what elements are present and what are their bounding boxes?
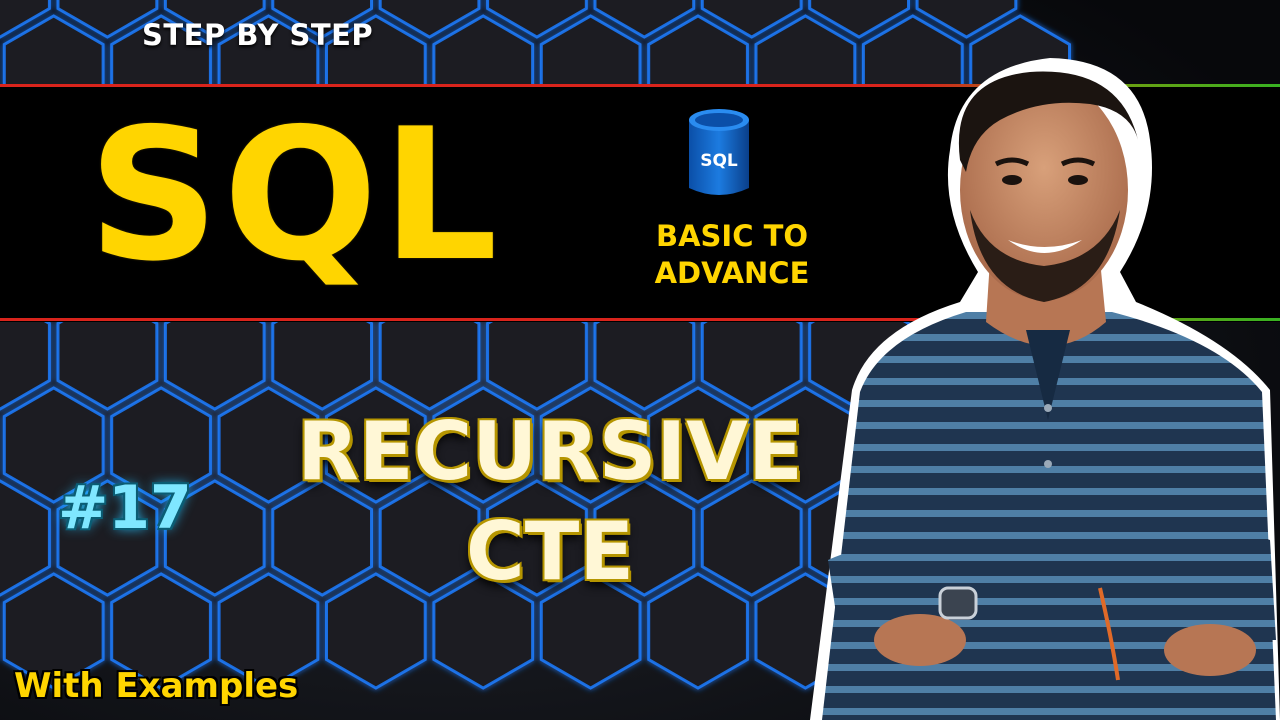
presenter-photo [810, 58, 1280, 720]
wristwatch-icon [938, 586, 978, 620]
topic-title: RECURSIVE CTE [250, 402, 850, 602]
examples-subtitle: With Examples [14, 666, 299, 706]
step-by-step-label: STEP BY STEP [142, 18, 374, 52]
database-icon-label: SQL [700, 151, 738, 171]
course-title: SQL [88, 89, 502, 301]
episode-number: #17 [58, 473, 192, 543]
database-icon: SQL [689, 109, 749, 195]
topic-line-2: CTE [466, 505, 634, 598]
topic-line-1: RECURSIVE [297, 405, 803, 498]
